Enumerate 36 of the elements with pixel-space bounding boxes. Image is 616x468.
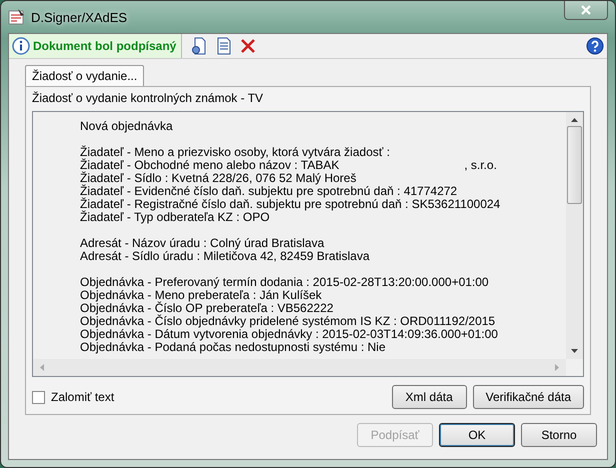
text-line: Adresát - Názov úradu : Colný úrad Bratislava	[80, 236, 324, 250]
text-line: Žiadateľ - Evidenčné číslo daň. subjektu pre spotrebnú daň : 41774272	[80, 184, 458, 198]
text-line: Objednávka - Podaná počas nedostupnosti systému : Nie	[80, 340, 386, 354]
text-line: Objednávka - Preferovaný termín dodania : 2015-02-28T13:20:00.000+01:00	[80, 275, 489, 289]
vertical-scrollbar[interactable]	[566, 112, 583, 359]
tab[interactable]: Žiadosť o vydanie...	[25, 65, 144, 86]
panel-button[interactable]: Xml dáta	[392, 385, 467, 409]
text-line: Žiadateľ - Typ odberateľa KZ : OPO	[80, 210, 270, 224]
info-icon	[12, 37, 30, 55]
text-line: Objednávka - Dátum vytvorenia objednávky : 2015-02-03T14:09:36.000+01:00	[80, 327, 498, 341]
window-title: D.Signer/XAdES	[31, 10, 128, 24]
text-line: Adresát - Sídlo úradu : Miletičova 42, 82459 Bratislava	[80, 249, 370, 263]
panel-button[interactable]: Verifikačné dáta	[472, 385, 584, 409]
app-icon	[8, 8, 26, 26]
scroll-down-arrow-icon[interactable]	[571, 349, 578, 354]
document-icon[interactable]	[216, 37, 232, 55]
delete-icon[interactable]	[240, 38, 256, 54]
close-icon	[581, 5, 591, 15]
dialog-button[interactable]: OK	[439, 423, 515, 447]
text-area[interactable]	[32, 111, 584, 377]
close-button[interactable]	[564, 1, 608, 20]
scroll-up-arrow-icon[interactable]	[571, 117, 578, 122]
text-line: Žiadateľ - Obchodné meno alebo názov : TABAK	[80, 158, 340, 172]
wrap-text-checkbox[interactable]: Zalomiť text	[32, 390, 114, 404]
text-line: Žiadateľ - Registračné číslo daň. subjektu pre spotrebnú daň : SK53621100024	[80, 197, 500, 211]
text-line: Nová objednávka	[80, 119, 173, 133]
text-line: Žiadateľ - Sídlo : Kvetná 228/26, 076 52 Malý Horeš	[80, 171, 356, 185]
text-line: Objednávka - Číslo objednávky pridelené systémom IS KZ : ORD011192/2015	[80, 314, 496, 328]
help-icon[interactable]	[586, 37, 604, 55]
text-line: Objednávka - Meno preberateľa : Ján Kulíšek	[80, 288, 322, 302]
text-line: Žiadateľ - Meno a priezvisko osoby, ktorá vytvára žiadosť :	[80, 145, 390, 159]
dialog-button[interactable]: Storno	[521, 423, 597, 447]
text-line-suffix: , s.r.o.	[464, 158, 497, 172]
panel-heading: Žiadosť o vydanie kontrolných známok - TV	[32, 90, 264, 107]
text-line: Objednávka - Číslo OP preberateľa : VB562222	[80, 301, 334, 315]
status-text: Dokument bol podpísaný	[33, 39, 176, 53]
